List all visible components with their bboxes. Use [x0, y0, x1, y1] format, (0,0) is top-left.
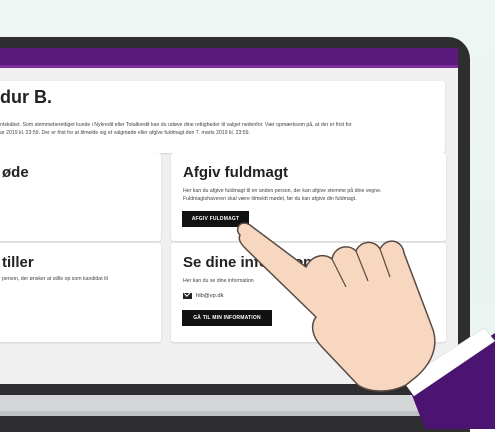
- intro-text-line-1: ntskábet. Som stemmeberettiget kunde i N…: [0, 122, 352, 128]
- meeting-card-title: øde: [2, 164, 29, 181]
- email-row: hlb@vp.dk: [183, 293, 223, 299]
- meeting-card: øde: [0, 153, 161, 241]
- proxy-text-line-1: Her kan du afgive fuldmagt til en anden …: [183, 188, 382, 194]
- candidate-card: tiller person, der ønsker at stille op s…: [0, 243, 161, 342]
- intro-text-line-2: ar 2019 kl. 23:59. Der er frist for at t…: [0, 130, 250, 136]
- page-title: dur B.: [0, 87, 52, 107]
- pointing-hand-icon: [236, 222, 495, 429]
- hand-shape: [236, 222, 436, 392]
- candidate-text-line-1: person, der ønsker at stille op som kand…: [2, 276, 108, 282]
- mail-icon: [183, 293, 192, 299]
- top-bar: [0, 48, 458, 65]
- proxy-text-line-2: Fuldmagtshaveren skal være tilmeldt møde…: [183, 196, 357, 202]
- proxy-card-title: Afgiv fuldmagt: [183, 164, 288, 181]
- candidate-card-title: tiller: [2, 254, 34, 271]
- top-bar-edge: [0, 65, 458, 68]
- intro-card: dur B. ntskábet. Som stemmeberettiget ku…: [0, 81, 445, 153]
